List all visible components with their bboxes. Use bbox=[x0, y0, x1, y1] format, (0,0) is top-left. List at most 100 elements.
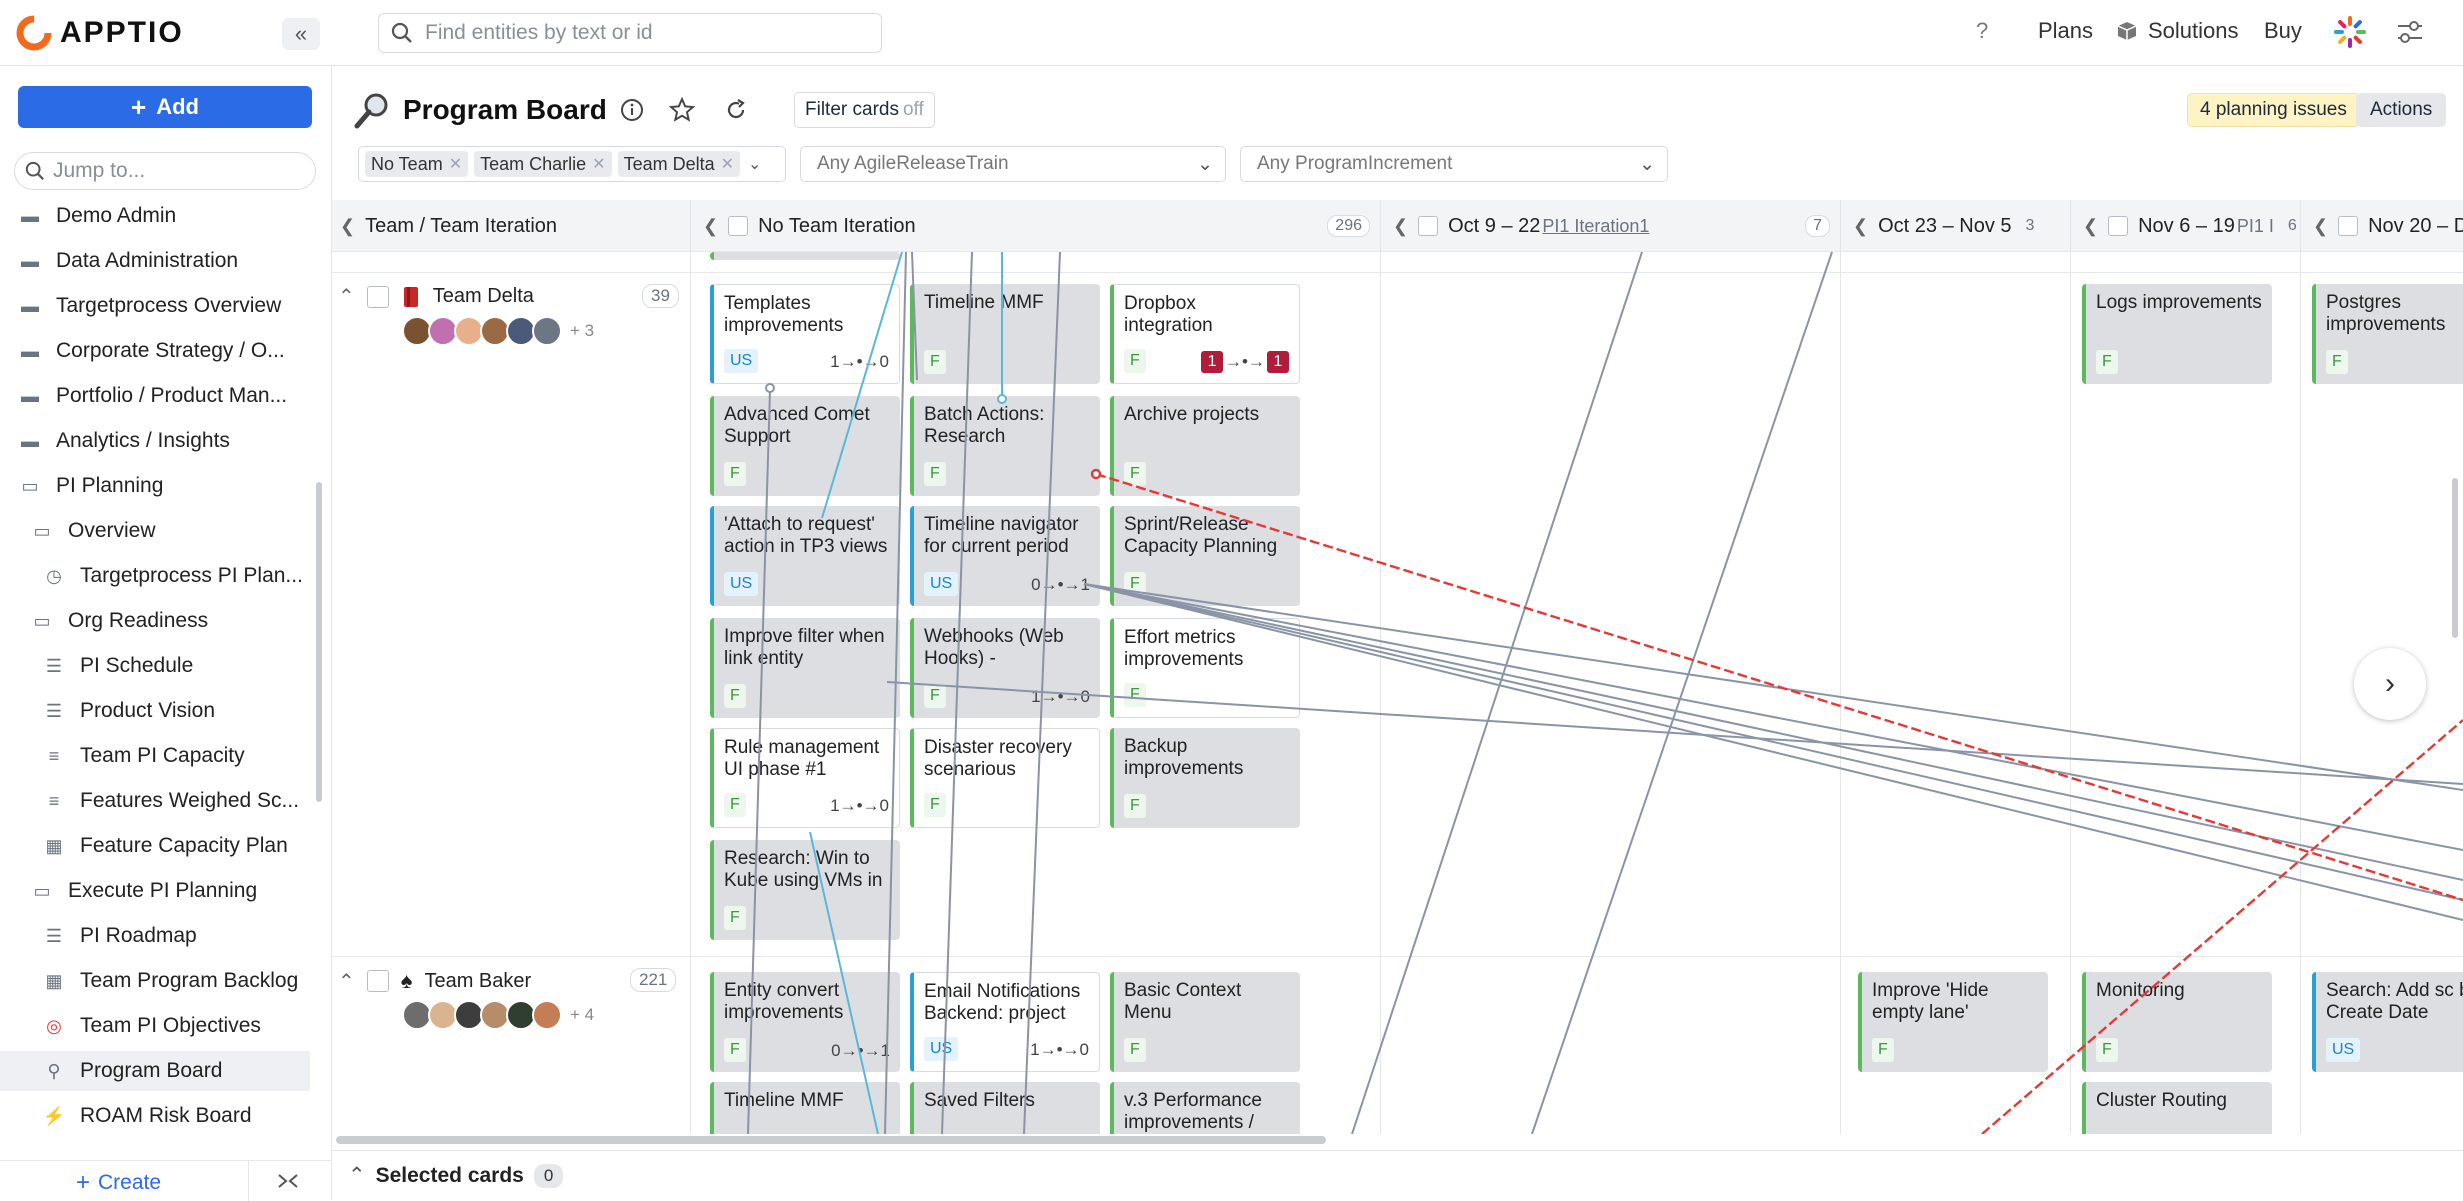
chevron-left-icon[interactable]: ❮ bbox=[703, 216, 718, 237]
card[interactable]: Archive projects F bbox=[1110, 396, 1300, 496]
chevron-up-icon[interactable]: ⌃ bbox=[338, 284, 355, 309]
chevron-up-icon[interactable]: ⌃ bbox=[338, 969, 355, 994]
chevron-left-icon[interactable]: ❮ bbox=[2313, 216, 2328, 237]
chevron-left-icon[interactable]: ❮ bbox=[1393, 216, 1408, 237]
card[interactable]: Dropbox integration F 1 →•→ 1 bbox=[1110, 284, 1300, 384]
pi-select[interactable]: Any ProgramIncrement ⌄ bbox=[1240, 146, 1668, 182]
sidebar-item-targetprocess-pi-plan[interactable]: ◷ Targetprocess PI Plan... bbox=[0, 556, 310, 596]
buy-link[interactable]: Buy bbox=[2264, 18, 2302, 44]
dependency-counter[interactable]: 0→•→1 bbox=[1031, 574, 1090, 596]
horizontal-scrollbar[interactable] bbox=[336, 1136, 1326, 1144]
filter-cards-toggle[interactable]: Filter cards off bbox=[794, 92, 935, 128]
column-nov20[interactable]: ❮ Nov 20 – D bbox=[2300, 200, 2463, 252]
planning-issues-badge[interactable]: 4 planning issues bbox=[2187, 93, 2360, 127]
chevron-up-icon[interactable]: ⌃ bbox=[348, 1163, 366, 1188]
column-no-team-iteration[interactable]: ❮ No Team Iteration 296 bbox=[690, 200, 1380, 252]
actions-button[interactable]: Actions bbox=[2356, 93, 2447, 127]
card-partial[interactable] bbox=[710, 252, 900, 260]
more-avatars[interactable]: + 3 bbox=[570, 321, 594, 341]
sidebar-item-team-program-backlog[interactable]: ▦ Team Program Backlog bbox=[0, 961, 310, 1001]
team-chip[interactable]: No Team ✕ bbox=[365, 151, 469, 177]
solutions-link[interactable]: Solutions bbox=[2116, 18, 2239, 44]
chevron-left-icon[interactable]: ❮ bbox=[2083, 216, 2098, 237]
column-checkbox[interactable] bbox=[2108, 216, 2129, 236]
card[interactable]: Email Notifications Backend: project US 1→… bbox=[910, 972, 1100, 1072]
avatar[interactable] bbox=[532, 1000, 562, 1030]
art-select[interactable]: Any AgileReleaseTrain ⌄ bbox=[800, 146, 1226, 182]
card[interactable]: Research: Win to Kube using VMs in F bbox=[710, 840, 900, 940]
apps-flower-icon[interactable] bbox=[2330, 12, 2370, 52]
more-avatars[interactable]: + 4 bbox=[570, 1005, 594, 1025]
pi-link[interactable]: PI1 Iteration1 bbox=[1542, 216, 1649, 237]
sidebar-item-targetprocess-overview[interactable]: ▬ Targetprocess Overview bbox=[0, 286, 310, 326]
jump-to[interactable] bbox=[14, 152, 316, 190]
apptio-logo[interactable]: APPTIO bbox=[16, 14, 184, 52]
card[interactable]: 'Attach to request' action in TP3 views U… bbox=[710, 506, 900, 606]
search-input[interactable] bbox=[425, 21, 865, 45]
pi-link[interactable]: PI1 I bbox=[2237, 216, 2274, 237]
card[interactable]: Templates improvements US 1→•→0 bbox=[710, 284, 900, 384]
sidebar-item-roam-risk-board[interactable]: ⚡ ROAM Risk Board bbox=[0, 1096, 310, 1136]
sidebar-item-execute-pi-planning[interactable]: ▭ Execute PI Planning bbox=[0, 871, 310, 911]
collapse-nav-icon[interactable] bbox=[276, 1171, 300, 1191]
sidebar-item-overview[interactable]: ▭ Overview bbox=[0, 511, 310, 551]
chevron-left-icon[interactable]: ❮ bbox=[340, 216, 355, 237]
card[interactable]: Saved Filters bbox=[910, 1082, 1100, 1134]
team-chip[interactable]: Team Delta ✕ bbox=[617, 151, 741, 177]
sidebar-item-features-weighed[interactable]: ≡ Features Weighed Sc... bbox=[0, 781, 310, 821]
team-checkbox[interactable] bbox=[366, 285, 389, 308]
card[interactable]: Improve filter when link entity F bbox=[710, 618, 900, 718]
card[interactable]: Disaster recovery scenarious F bbox=[910, 728, 1100, 828]
column-oct23[interactable]: ❮ Oct 23 – Nov 5 3 bbox=[1840, 200, 2070, 252]
team-baker-header[interactable]: ⌃ ♠ Team Baker bbox=[338, 968, 531, 994]
sidebar-item-data-administration[interactable]: ▬ Data Administration bbox=[0, 241, 310, 281]
dependency-counter[interactable]: 1 →•→ 1 bbox=[1201, 351, 1289, 373]
sidebar-item-team-pi-capacity[interactable]: ≡ Team PI Capacity bbox=[0, 736, 310, 776]
sidebar-item-demo-admin[interactable]: ▬ Demo Admin bbox=[0, 196, 310, 236]
card[interactable]: Search: Add sc by Create DateUS0 bbox=[2312, 972, 2463, 1072]
dependency-counter[interactable]: 1→•→0 bbox=[830, 351, 889, 373]
team-delta-header[interactable]: ⌃ Team Delta bbox=[338, 284, 534, 309]
plans-link[interactable]: Plans bbox=[2038, 18, 2093, 44]
card[interactable]: Cluster Routing bbox=[2082, 1082, 2272, 1134]
add-button[interactable]: + Add bbox=[18, 86, 312, 128]
sidebar-item-program-board[interactable]: ⚲ Program Board bbox=[0, 1051, 310, 1091]
card[interactable]: Timeline MMF bbox=[710, 1082, 900, 1134]
column-checkbox[interactable] bbox=[2338, 216, 2359, 236]
column-checkbox[interactable] bbox=[1418, 216, 1439, 236]
column-nov6[interactable]: ❮ Nov 6 – 19 PI1 I 6 bbox=[2070, 200, 2300, 252]
dependency-counter[interactable]: 1→•→0 bbox=[1031, 686, 1090, 708]
star-icon[interactable] bbox=[668, 96, 696, 124]
card[interactable]: Effort metrics improvements F bbox=[1110, 618, 1300, 718]
dependency-counter[interactable]: 1→•→0 bbox=[830, 795, 889, 817]
create-button[interactable]: + Create bbox=[76, 1169, 161, 1197]
chevron-down-icon[interactable]: ⌄ bbox=[748, 154, 761, 174]
jump-to-input[interactable] bbox=[53, 159, 303, 183]
selected-cards-bar[interactable]: ⌃ Selected cards 0 bbox=[332, 1150, 2463, 1200]
sidebar-item-pi-schedule[interactable]: ☰ PI Schedule bbox=[0, 646, 310, 686]
sidebar-item-pi-planning[interactable]: ▭ PI Planning bbox=[0, 466, 310, 506]
team-chip[interactable]: Team Charlie ✕ bbox=[474, 151, 612, 177]
card[interactable]: Advanced Comet Support F bbox=[710, 396, 900, 496]
card[interactable]: Postgres improvements F bbox=[2312, 284, 2463, 384]
card[interactable]: Webhooks (Web Hooks) - F 1→•→0 bbox=[910, 618, 1100, 718]
vertical-scrollbar[interactable] bbox=[2452, 478, 2458, 638]
avatar[interactable] bbox=[532, 316, 562, 346]
dependency-counter[interactable]: 1→•→0 bbox=[1030, 1039, 1089, 1061]
column-checkbox[interactable] bbox=[728, 216, 749, 236]
team-baker-avatars[interactable]: + 4 bbox=[402, 1000, 594, 1030]
column-oct9[interactable]: ❮ Oct 9 – 22 PI1 Iteration1 7 bbox=[1380, 200, 1840, 252]
refresh-icon[interactable] bbox=[722, 96, 750, 124]
sidebar-item-pi-roadmap[interactable]: ☰ PI Roadmap bbox=[0, 916, 310, 956]
sidebar-item-portfolio-product[interactable]: ▬ Portfolio / Product Man... bbox=[0, 376, 310, 416]
close-icon[interactable]: ✕ bbox=[721, 154, 734, 174]
global-search[interactable] bbox=[378, 13, 882, 53]
card[interactable]: Basic Context Menu F bbox=[1110, 972, 1300, 1072]
card[interactable]: Timeline MMF F bbox=[910, 284, 1100, 384]
card[interactable]: Rule management UI phase #1 F 1→•→0 bbox=[710, 728, 900, 828]
info-icon[interactable] bbox=[618, 96, 646, 124]
team-delta-avatars[interactable]: + 3 bbox=[402, 316, 594, 346]
sidebar-item-org-readiness[interactable]: ▭ Org Readiness bbox=[0, 601, 310, 641]
scroll-right-button[interactable]: › bbox=[2354, 648, 2426, 720]
close-icon[interactable]: ✕ bbox=[592, 154, 605, 174]
